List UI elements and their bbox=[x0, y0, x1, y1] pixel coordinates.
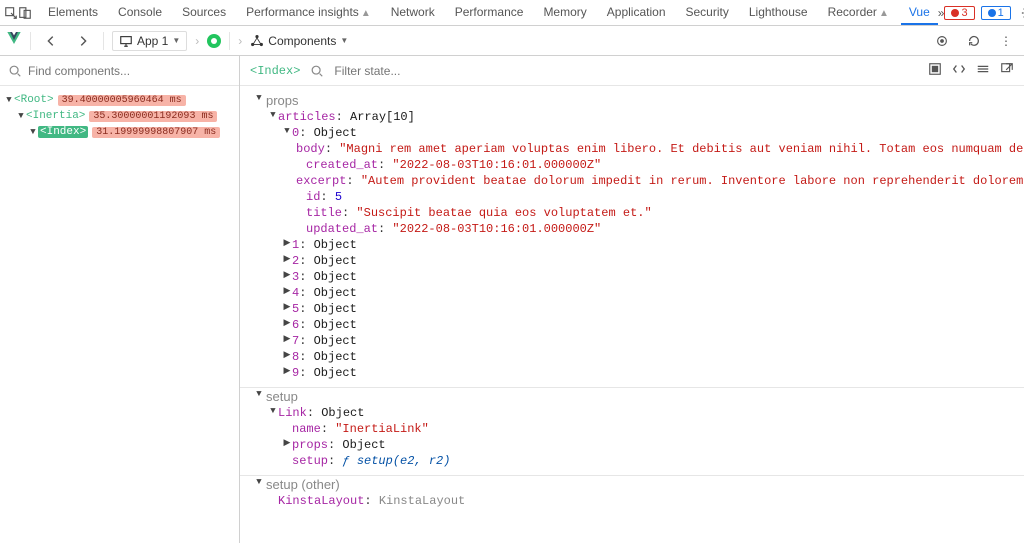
vue-toolbar: App 1 ▼ › › Components ▼ ⋮ bbox=[0, 26, 1024, 56]
toggle-arrow-icon[interactable]: ▼ bbox=[268, 406, 278, 416]
devtools-tabs: ElementsConsoleSourcesPerformance insigh… bbox=[40, 1, 938, 25]
messages-badge[interactable]: 1 bbox=[981, 6, 1011, 20]
toggle-arrow-icon[interactable]: ▶ bbox=[282, 350, 292, 360]
tree-node[interactable]: ▼<Inertia>35.30000001192093 ms bbox=[0, 108, 239, 124]
filter-state-input[interactable] bbox=[334, 64, 489, 78]
errors-badge[interactable]: 3 bbox=[944, 6, 974, 20]
target-icon[interactable] bbox=[207, 34, 221, 48]
errors-count: 3 bbox=[961, 7, 967, 19]
devtools-tab-recorder[interactable]: Recorder▲ bbox=[820, 1, 897, 25]
toggle-arrow-icon[interactable]: ▼ bbox=[268, 110, 278, 120]
vue-logo-icon bbox=[6, 30, 22, 51]
main-split: ▼<Root>39.40000005960464 ms▼<Inertia>35.… bbox=[0, 56, 1024, 543]
toggle-arrow-icon[interactable]: ▶ bbox=[282, 318, 292, 328]
components-selector[interactable]: Components ▼ bbox=[250, 34, 348, 48]
state-inspector-pane: <Index> ▼props▼articles: Array[10]▼0: Ob… bbox=[240, 56, 1024, 543]
toggle-arrow-icon[interactable]: ▶ bbox=[282, 302, 292, 312]
toggle-arrow-icon[interactable]: ▶ bbox=[282, 270, 292, 280]
devtools-topbar: ElementsConsoleSourcesPerformance insigh… bbox=[0, 0, 1024, 26]
toggle-arrow-icon[interactable]: ▶ bbox=[282, 238, 292, 248]
props-section-label: props bbox=[266, 93, 299, 108]
devtools-tab-vue[interactable]: Vue bbox=[901, 1, 938, 25]
devtools-tab-lighthouse[interactable]: Lighthouse bbox=[741, 1, 816, 25]
forward-icon[interactable] bbox=[71, 29, 95, 53]
search-icon bbox=[8, 64, 22, 78]
devtools-tab-elements[interactable]: Elements bbox=[40, 1, 106, 25]
devtools-tab-network[interactable]: Network bbox=[383, 1, 443, 25]
back-icon[interactable] bbox=[39, 29, 63, 53]
setup-other-section-label: setup (other) bbox=[266, 477, 340, 492]
toggle-arrow-icon[interactable]: ▶ bbox=[282, 254, 292, 264]
component-tree-pane: ▼<Root>39.40000005960464 ms▼<Inertia>35.… bbox=[0, 56, 240, 543]
app-label: App 1 bbox=[137, 34, 168, 48]
refresh-icon[interactable] bbox=[962, 29, 986, 53]
tree-node[interactable]: ▼<Index>31.19999998807907 ms bbox=[0, 124, 239, 140]
toggle-arrow-icon[interactable]: ▼ bbox=[254, 477, 264, 487]
components-label: Components bbox=[268, 34, 336, 48]
devtools-tab-performance[interactable]: Performance bbox=[447, 1, 532, 25]
toggle-arrow-icon[interactable]: ▶ bbox=[282, 366, 292, 376]
tree-node[interactable]: ▼<Root>39.40000005960464 ms bbox=[0, 92, 239, 108]
devtools-tab-memory[interactable]: Memory bbox=[535, 1, 594, 25]
inspect-dom-icon[interactable] bbox=[976, 62, 990, 79]
devtools-tab-console[interactable]: Console bbox=[110, 1, 170, 25]
device-toggle-icon[interactable] bbox=[18, 2, 32, 24]
component-tree: ▼<Root>39.40000005960464 ms▼<Inertia>35.… bbox=[0, 86, 239, 146]
messages-count: 1 bbox=[998, 7, 1004, 19]
scroll-to-icon[interactable] bbox=[928, 62, 942, 79]
toggle-arrow-icon[interactable]: ▼ bbox=[254, 389, 264, 399]
toggle-arrow-icon[interactable]: ▼ bbox=[282, 126, 292, 136]
inspect-icon[interactable] bbox=[4, 2, 18, 24]
devtools-tab-performance-insights[interactable]: Performance insights▲ bbox=[238, 1, 379, 25]
inspector-body: ▼props▼articles: Array[10]▼0: Objectbody… bbox=[240, 86, 1024, 543]
toggle-arrow-icon[interactable]: ▼ bbox=[254, 93, 264, 103]
setup-section-label: setup bbox=[266, 389, 298, 404]
toggle-arrow-icon[interactable]: ▶ bbox=[282, 438, 292, 448]
more-tabs-icon[interactable]: » bbox=[938, 2, 945, 24]
devtools-tab-security[interactable]: Security bbox=[678, 1, 737, 25]
more-icon[interactable]: ⋮ bbox=[994, 29, 1018, 53]
settings-icon[interactable] bbox=[1017, 2, 1024, 24]
devtools-tab-sources[interactable]: Sources bbox=[174, 1, 234, 25]
selected-component-name: <Index> bbox=[250, 64, 300, 78]
toggle-arrow-icon[interactable]: ▶ bbox=[282, 334, 292, 344]
devtools-tab-application[interactable]: Application bbox=[599, 1, 674, 25]
component-search bbox=[0, 56, 239, 86]
inspector-header: <Index> bbox=[240, 56, 1024, 86]
show-code-icon[interactable] bbox=[952, 62, 966, 79]
app-selector[interactable]: App 1 ▼ bbox=[112, 31, 187, 51]
open-in-editor-icon[interactable] bbox=[1000, 62, 1014, 79]
select-in-page-icon[interactable] bbox=[930, 29, 954, 53]
toggle-arrow-icon[interactable]: ▶ bbox=[282, 286, 292, 296]
component-search-input[interactable] bbox=[28, 64, 231, 78]
search-icon bbox=[310, 64, 324, 78]
